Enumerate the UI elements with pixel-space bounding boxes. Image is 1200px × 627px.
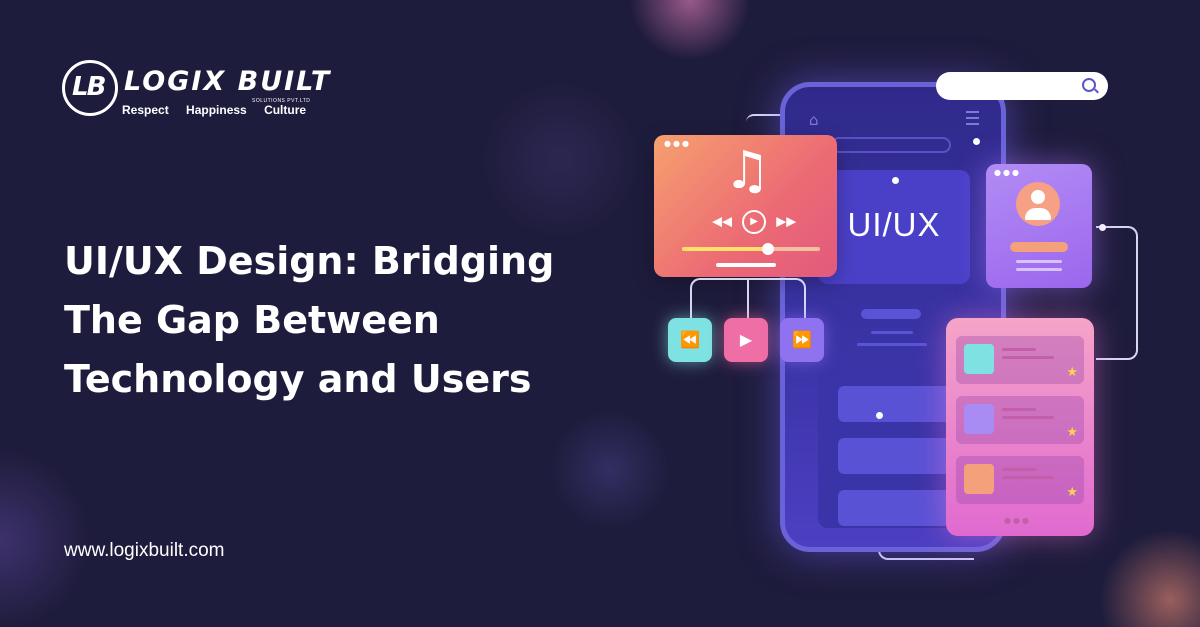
music-note-icon: ♫ [724,141,771,201]
connector [1096,226,1138,360]
text-line [1002,356,1054,359]
search-icon[interactable] [1082,78,1096,92]
profile-card: ●●● [986,164,1092,288]
logo-mark: LB [62,60,118,116]
search-bar [831,137,951,153]
value-respect: Respect [122,103,169,117]
list-card: ★ ★ ★ ●●● [946,318,1094,536]
text-line [1002,408,1036,411]
ui-ux-card: UI/UX [818,170,970,284]
window-dots: ●●● [994,168,1021,177]
search-input[interactable] [936,72,1108,100]
next-icon[interactable]: ▶▶ [776,215,796,230]
value-culture: Culture [264,103,307,117]
window-dots: ●●● [664,139,691,148]
value-happiness: Happiness [186,103,247,117]
text-line [1002,416,1054,419]
page-title: UI/UX Design: Bridging The Gap Between T… [64,232,644,409]
user-thumbnail [964,344,994,374]
banner: LB LOGIX BUILT SOLUTIONS PVT.LTD Respect… [0,0,1200,627]
text-line [871,331,913,334]
profile-button [1010,242,1068,252]
ui-illustration: ⌂ UI/UX ●●● ♫ ◀◀ ▶ ▶▶ ⏪ ▶ ⏩ ●●● ★ ★ ★ ●●… [630,60,1150,580]
star-icon: ★ [1066,425,1078,440]
text-line [1002,468,1036,471]
user-thumbnail [964,404,994,434]
connector-dot [892,177,899,184]
progress-track[interactable] [682,243,820,255]
text-line [1002,348,1036,351]
brand-name: LOGIX BUILT [124,66,332,97]
pill [861,309,921,319]
player-controls: ◀◀ ▶ ▶▶ [712,210,796,234]
text-line [716,263,776,267]
title-line-1: UI/UX Design: Bridging [64,239,555,283]
progress-fill [682,247,767,251]
connector [747,278,749,318]
avatar [1016,182,1060,226]
text-line [1016,268,1062,271]
brand-values: Respect Happiness Culture [122,103,320,117]
star-icon: ★ [1066,365,1078,380]
user-thumbnail [964,464,994,494]
ui-ux-label: UI/UX [847,206,941,243]
text-line [1002,476,1054,479]
home-icon: ⌂ [809,111,819,129]
text-line [857,343,927,346]
forward-button[interactable]: ⏩ [780,318,824,362]
title-line-2: The Gap Between [64,298,440,342]
list-item[interactable]: ★ [956,396,1084,444]
connector-dot [973,138,980,145]
list-item[interactable]: ★ [956,336,1084,384]
progress-handle[interactable] [762,243,774,255]
play-button[interactable]: ▶ [724,318,768,362]
menu-icon [966,111,979,125]
text-line [1016,260,1062,263]
connector-dot [876,412,883,419]
pagination-dots: ●●● [1004,516,1031,525]
website-link[interactable]: www.logixbuilt.com [64,540,225,562]
previous-icon[interactable]: ◀◀ [712,215,732,230]
logo-monogram: LB [72,72,106,102]
rewind-button[interactable]: ⏪ [668,318,712,362]
title-line-3: Technology and Users [64,357,532,401]
list-item[interactable]: ★ [956,456,1084,504]
music-player-card: ●●● ♫ ◀◀ ▶ ▶▶ [654,135,837,277]
star-icon: ★ [1066,485,1078,500]
play-icon[interactable]: ▶ [742,210,767,234]
connector-dot [1099,224,1106,231]
